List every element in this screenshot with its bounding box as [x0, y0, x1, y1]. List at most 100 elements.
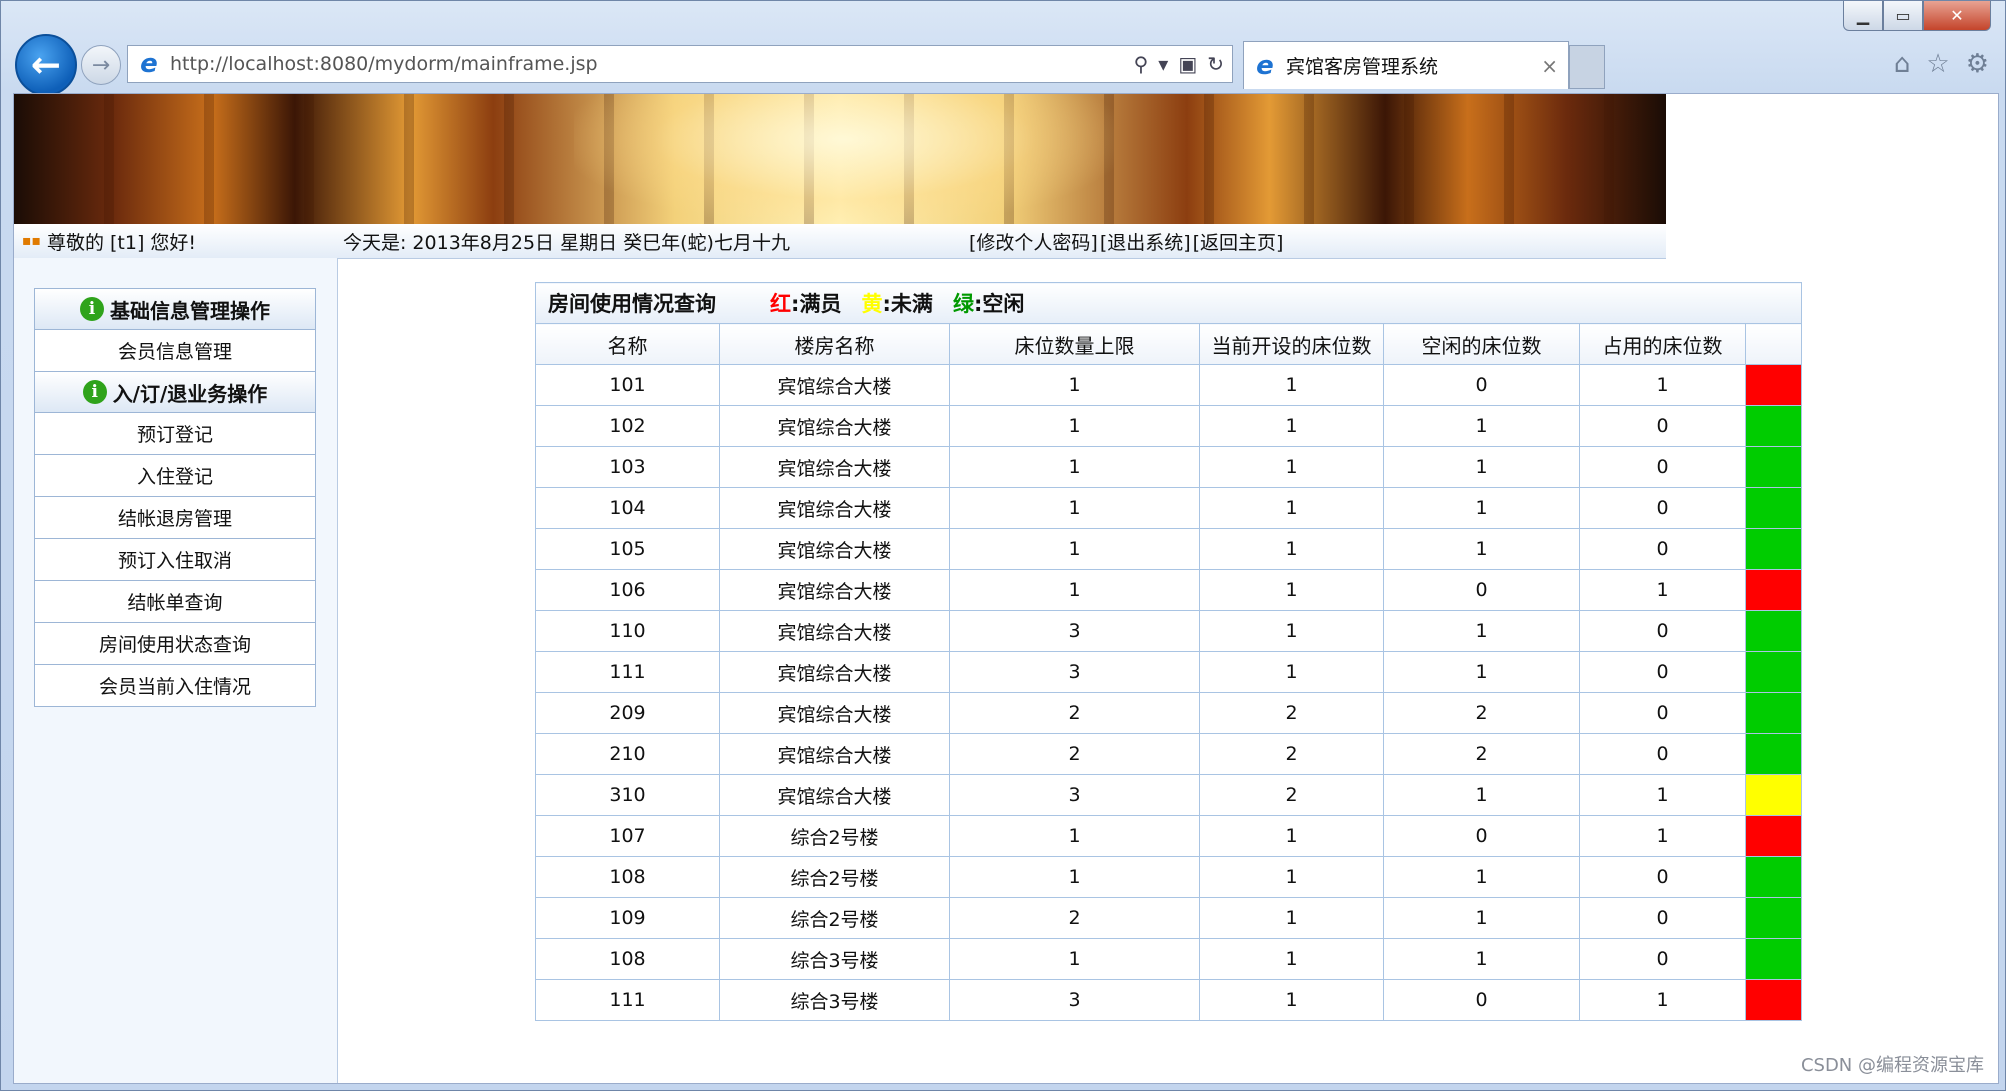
cell-building: 综合2号楼 — [719, 815, 950, 857]
cell-free-beds: 1 — [1383, 774, 1580, 816]
cell-open-beds: 1 — [1199, 938, 1384, 980]
table-row: 102 宾馆综合大楼 1 1 1 0 — [535, 405, 1803, 447]
table-row: 107 综合2号楼 1 1 0 1 — [535, 815, 1803, 857]
favorites-star-icon[interactable]: ☆ — [1926, 49, 1949, 79]
cell-used-beds: 0 — [1579, 692, 1746, 734]
cell-building: 综合2号楼 — [719, 897, 950, 939]
cell-free-beds: 1 — [1383, 938, 1580, 980]
home-icon[interactable]: ⌂ — [1894, 49, 1911, 79]
sidebar-item-reservation[interactable]: 预订登记 — [35, 413, 315, 455]
tab-close-icon[interactable]: × — [1541, 54, 1558, 78]
cell-free-beds: 0 — [1383, 815, 1580, 857]
cell-room-name: 101 — [535, 364, 720, 406]
cell-open-beds: 1 — [1199, 856, 1384, 898]
cell-used-beds: 0 — [1579, 733, 1746, 775]
new-tab-button[interactable] — [1569, 45, 1605, 89]
cell-room-name: 209 — [535, 692, 720, 734]
status-color-cell — [1744, 815, 1803, 857]
sidebar-item-checkin[interactable]: 入住登记 — [35, 455, 315, 497]
cell-max-beds: 1 — [949, 446, 1200, 488]
address-bar[interactable]: e http://localhost:8080/mydorm/mainframe… — [127, 45, 1233, 83]
cell-building: 宾馆综合大楼 — [719, 610, 950, 652]
cell-building: 综合3号楼 — [719, 979, 950, 1021]
info-bar: ▪▪ 尊敬的 [t1] 您好! 今天是: 2013年8月25日 星期日 癸巳年(… — [14, 224, 1666, 259]
cell-max-beds: 1 — [949, 815, 1200, 857]
cell-building: 宾馆综合大楼 — [719, 692, 950, 734]
cell-free-beds: 1 — [1383, 487, 1580, 529]
search-icon[interactable]: ⚲ — [1134, 52, 1149, 76]
logout-link[interactable]: [退出系统] — [1100, 232, 1191, 254]
sidebar-item-checkout[interactable]: 结帐退房管理 — [35, 497, 315, 539]
sidebar-section-title: 基础信息管理操作 — [110, 298, 270, 323]
legend-green-key: 绿 — [952, 292, 974, 316]
home-link[interactable]: [返回主页] — [1193, 232, 1284, 254]
back-button[interactable]: ← — [15, 34, 77, 96]
cell-max-beds: 1 — [949, 405, 1200, 447]
col-header-max: 床位数量上限 — [949, 323, 1200, 365]
browser-tab[interactable]: e 宾馆客房管理系统 × — [1243, 41, 1569, 89]
cell-free-beds: 1 — [1383, 651, 1580, 693]
dropdown-icon[interactable]: ▾ — [1158, 52, 1168, 76]
cell-building: 宾馆综合大楼 — [719, 651, 950, 693]
status-color-cell — [1744, 405, 1803, 447]
status-color-cell — [1744, 487, 1803, 529]
cell-max-beds: 3 — [949, 651, 1200, 693]
sidebar-item-member-stay[interactable]: 会员当前入住情况 — [35, 665, 315, 706]
cell-room-name: 109 — [535, 897, 720, 939]
cell-used-beds: 0 — [1579, 856, 1746, 898]
sidebar-item-member-info[interactable]: 会员信息管理 — [35, 330, 315, 372]
col-header-open: 当前开设的床位数 — [1199, 323, 1384, 365]
cell-room-name: 106 — [535, 569, 720, 611]
table-row: 109 综合2号楼 2 1 1 0 — [535, 897, 1803, 939]
status-color-cell — [1744, 774, 1803, 816]
cell-free-beds: 1 — [1383, 856, 1580, 898]
cell-free-beds: 1 — [1383, 610, 1580, 652]
tab-title: 宾馆客房管理系统 — [1286, 56, 1439, 78]
maximize-button[interactable]: ▭ — [1883, 1, 1923, 31]
url-text[interactable]: http://localhost:8080/mydorm/mainframe.j… — [170, 53, 1134, 75]
compat-icon[interactable]: ▣ — [1178, 52, 1197, 76]
refresh-icon[interactable]: ↻ — [1207, 52, 1224, 76]
cell-room-name: 210 — [535, 733, 720, 775]
cell-open-beds: 1 — [1199, 364, 1384, 406]
col-header-used: 占用的床位数 — [1579, 323, 1746, 365]
cell-max-beds: 3 — [949, 610, 1200, 652]
cell-used-beds: 1 — [1579, 815, 1746, 857]
info-icon: i — [80, 297, 104, 321]
table-row: 210 宾馆综合大楼 2 2 2 0 — [535, 733, 1803, 775]
sidebar-column: i 基础信息管理操作 会员信息管理 i 入/订/退业务操作 预订登记 入住登记 … — [14, 258, 338, 1083]
legend-yellow-label: 未满 — [890, 292, 933, 316]
cell-open-beds: 2 — [1199, 774, 1384, 816]
cell-open-beds: 1 — [1199, 528, 1384, 570]
cell-building: 宾馆综合大楼 — [719, 528, 950, 570]
sidebar-item-room-status[interactable]: 房间使用状态查询 — [35, 623, 315, 665]
page-viewport: ▪▪ 尊敬的 [t1] 您好! 今天是: 2013年8月25日 星期日 癸巳年(… — [13, 93, 1999, 1084]
forward-button[interactable]: → — [81, 45, 121, 85]
cell-room-name: 104 — [535, 487, 720, 529]
sidebar-item-cancel[interactable]: 预订入住取消 — [35, 539, 315, 581]
table-title: 房间使用情况查询 — [548, 292, 716, 316]
close-window-button[interactable]: ✕ — [1923, 1, 1991, 31]
bullet-icon: ▪▪ — [22, 233, 41, 249]
table-header-row: 名称 楼房名称 床位数量上限 当前开设的床位数 空闲的床位数 占用的床位数 — [535, 323, 1803, 365]
minimize-button[interactable]: ▁ — [1843, 1, 1883, 31]
cell-max-beds: 1 — [949, 856, 1200, 898]
cell-room-name: 103 — [535, 446, 720, 488]
cell-open-beds: 2 — [1199, 733, 1384, 775]
cell-used-beds: 0 — [1579, 405, 1746, 447]
table-row: 108 综合2号楼 1 1 1 0 — [535, 856, 1803, 898]
window-controls: ▁ ▭ ✕ — [1843, 1, 1991, 31]
cell-free-beds: 1 — [1383, 446, 1580, 488]
table-row: 209 宾馆综合大楼 2 2 2 0 — [535, 692, 1803, 734]
room-status-table: 房间使用情况查询 红:满员 黄:未满 绿:空闲 名称 楼房名称 床位数量上限 当… — [534, 282, 1803, 1021]
settings-gear-icon[interactable]: ⚙ — [1966, 49, 1989, 79]
cell-building: 宾馆综合大楼 — [719, 569, 950, 611]
cell-used-beds: 1 — [1579, 569, 1746, 611]
cell-building: 宾馆综合大楼 — [719, 364, 950, 406]
change-password-link[interactable]: [修改个人密码] — [969, 232, 1098, 254]
cell-free-beds: 1 — [1383, 897, 1580, 939]
sidebar-item-bill-query[interactable]: 结帐单查询 — [35, 581, 315, 623]
cell-max-beds: 2 — [949, 733, 1200, 775]
cell-open-beds: 1 — [1199, 651, 1384, 693]
cell-room-name: 102 — [535, 405, 720, 447]
